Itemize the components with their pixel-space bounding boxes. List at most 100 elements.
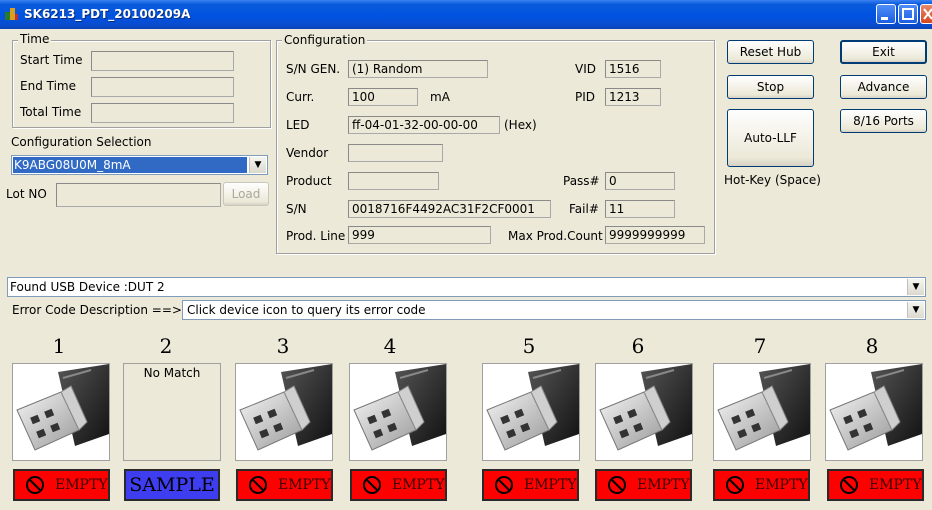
prohibited-icon — [608, 476, 626, 494]
total-time-field — [91, 103, 234, 123]
end-time-label: End Time — [20, 79, 76, 93]
start-time-label: Start Time — [20, 53, 83, 67]
led-field: ff-04-01-32-00-00-00 — [348, 116, 500, 134]
hotkey-label: Hot-Key (Space) — [724, 173, 821, 187]
time-legend: Time — [18, 32, 52, 46]
curr-label: Curr. — [286, 90, 315, 104]
config-selection-label: Configuration Selection — [11, 135, 152, 149]
pass-field: 0 — [605, 172, 675, 190]
exit-button[interactable]: Exit — [840, 40, 927, 64]
port-status-badge: EMPTY — [350, 469, 447, 501]
port-status-text: EMPTY — [637, 477, 690, 493]
load-button[interactable]: Load — [223, 182, 269, 206]
maximize-button[interactable] — [898, 4, 918, 24]
close-icon — [923, 8, 932, 20]
port-device-icon[interactable] — [12, 363, 110, 461]
port-device-icon[interactable] — [235, 363, 333, 461]
product-field — [348, 172, 439, 190]
led-label: LED — [286, 118, 310, 132]
window-title: SK6213_PDT_20100209A — [24, 7, 191, 21]
port-number: 5 — [522, 334, 536, 358]
error-code-value: Click device icon to query its error cod… — [187, 303, 426, 317]
port-number: 2 — [159, 334, 173, 358]
vid-label: VID — [575, 62, 596, 76]
vendor-field — [348, 144, 443, 162]
port-number: 7 — [753, 334, 767, 358]
max-prod-count-label: Max Prod.Count — [508, 229, 603, 243]
port-number: 4 — [383, 334, 397, 358]
port-number: 8 — [865, 334, 879, 358]
curr-unit: mA — [430, 90, 450, 104]
port-device-icon[interactable] — [595, 363, 693, 461]
port-number: 1 — [52, 334, 66, 358]
pid-label: PID — [575, 90, 596, 104]
port-device-icon[interactable] — [713, 363, 811, 461]
stop-button[interactable]: Stop — [727, 75, 814, 99]
advance-button[interactable]: Advance — [840, 75, 927, 99]
pid-field: 1213 — [605, 88, 661, 106]
no-match-label: No Match — [143, 366, 201, 380]
ports-toggle-button[interactable]: 8/16 Ports — [840, 109, 927, 133]
fail-label: Fail# — [569, 202, 599, 216]
config-selection-value: K9ABG08U0M_8mA — [14, 158, 131, 172]
chevron-down-icon[interactable]: ▼ — [249, 157, 266, 173]
led-unit: (Hex) — [504, 118, 537, 132]
end-time-field — [91, 77, 234, 97]
port-status-badge: EMPTY — [595, 469, 692, 501]
port-device-icon[interactable]: No Match — [123, 363, 221, 461]
total-time-label: Total Time — [20, 105, 82, 119]
configuration-legend: Configuration — [282, 33, 368, 47]
device-status-dropdown[interactable]: Found USB Device :DUT 2 ▼ — [7, 277, 926, 297]
chevron-down-icon[interactable]: ▼ — [907, 302, 924, 318]
sn-label: S/N — [286, 202, 307, 216]
usb-drive-icon — [599, 364, 692, 451]
port-status-badge: EMPTY — [236, 469, 333, 501]
usb-drive-icon — [486, 364, 579, 451]
prod-line-label: Prod. Line — [286, 229, 346, 243]
vid-field: 1516 — [605, 60, 661, 78]
sn-gen-label: S/N GEN. — [286, 62, 341, 76]
prohibited-icon — [726, 476, 744, 494]
port-device-icon[interactable] — [482, 363, 580, 461]
prohibited-icon — [26, 476, 44, 494]
port-status-badge: SAMPLE — [124, 469, 220, 501]
port-status-badge: EMPTY — [827, 469, 924, 501]
start-time-field — [91, 51, 234, 71]
config-selection-dropdown[interactable]: K9ABG08U0M_8mA ▼ — [11, 155, 268, 175]
curr-field: 100 — [348, 88, 418, 106]
port-status-badge: EMPTY — [482, 469, 579, 501]
prohibited-icon — [495, 476, 513, 494]
chevron-down-icon[interactable]: ▼ — [907, 279, 924, 295]
reset-hub-button[interactable]: Reset Hub — [727, 40, 814, 64]
port-device-icon[interactable] — [825, 363, 923, 461]
max-prod-count-field: 9999999999 — [605, 226, 705, 244]
port-status-text: EMPTY — [278, 477, 331, 493]
port-status-text: EMPTY — [392, 477, 445, 493]
port-status-text: EMPTY — [55, 477, 108, 493]
usb-drive-icon — [239, 364, 332, 451]
port-status-badge: EMPTY — [13, 469, 110, 501]
product-label: Product — [286, 174, 332, 188]
usb-drive-icon — [829, 364, 922, 451]
fail-field: 11 — [605, 200, 675, 218]
prohibited-icon — [840, 476, 858, 494]
sn-gen-field: (1) Random — [348, 60, 488, 78]
usb-drive-icon — [16, 364, 109, 451]
port-number: 3 — [276, 334, 290, 358]
lot-no-input[interactable] — [56, 183, 221, 207]
prohibited-icon — [363, 476, 381, 494]
port-number: 6 — [631, 334, 645, 358]
prod-line-field: 999 — [348, 226, 491, 244]
lot-no-label: Lot NO — [6, 187, 47, 201]
port-device-icon[interactable] — [349, 363, 447, 461]
usb-drive-icon — [353, 364, 446, 451]
port-status-text: EMPTY — [755, 477, 808, 493]
error-code-label: Error Code Description ==> — [12, 303, 182, 317]
minimize-button[interactable] — [876, 4, 896, 24]
auto-llf-button[interactable]: Auto-LLF — [727, 109, 814, 167]
error-code-dropdown[interactable]: Click device icon to query its error cod… — [182, 300, 926, 320]
close-button[interactable] — [920, 4, 932, 24]
pass-label: Pass# — [563, 174, 600, 188]
app-icon — [5, 8, 18, 20]
prohibited-icon — [249, 476, 267, 494]
